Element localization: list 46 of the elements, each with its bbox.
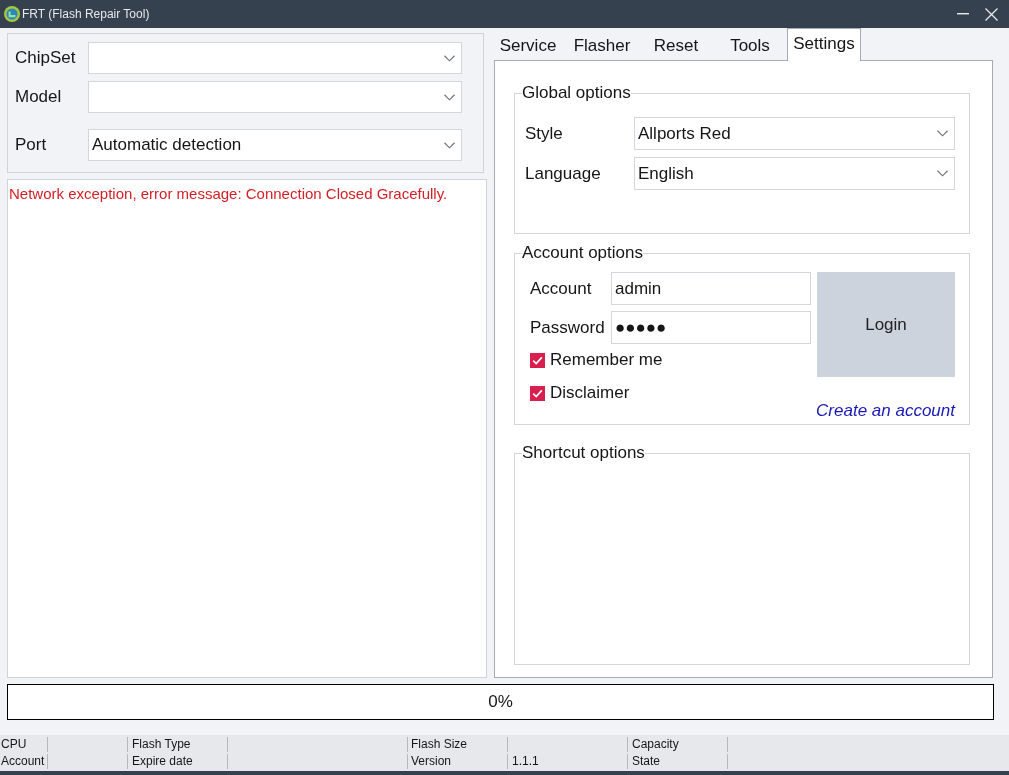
log-message: Network exception, error message: Connection Closed Gracefully. — [9, 184, 449, 204]
field-label: Account — [530, 277, 593, 300]
tab[interactable]: Service — [491, 30, 565, 61]
minimize-icon — [957, 13, 969, 15]
status-label: Flash Size — [408, 737, 508, 752]
dropdown[interactable]: English — [634, 157, 955, 190]
input-field[interactable]: ●●●●● — [611, 311, 811, 344]
tab[interactable]: Flasher — [565, 30, 639, 61]
chevron-down-icon — [937, 170, 948, 177]
status-label: Capacity — [628, 737, 728, 752]
field-label: ChipSet — [15, 47, 77, 70]
field-label: Style — [525, 122, 564, 145]
status-label: State — [628, 754, 728, 769]
dropdown[interactable]: Automatic detection — [88, 129, 462, 161]
chevron-down-icon — [444, 93, 455, 101]
group-title: Account options — [522, 243, 643, 263]
checkbox-label: Remember me — [550, 349, 663, 372]
tab[interactable]: Reset — [639, 30, 713, 61]
tab[interactable]: Settings — [787, 28, 861, 61]
app-icon — [4, 6, 20, 22]
input-field[interactable]: admin — [611, 272, 811, 305]
group-title: Global options — [522, 83, 631, 103]
checkbox[interactable] — [530, 352, 545, 368]
field-label: Language — [525, 162, 602, 185]
chevron-down-icon — [937, 130, 948, 137]
group-title: Shortcut options — [522, 443, 645, 463]
status-label: Account — [0, 754, 48, 769]
create-account-link[interactable]: Create an account — [816, 401, 955, 421]
status-label: Version — [408, 754, 508, 769]
status-label: Expire date — [128, 754, 228, 769]
login-button[interactable]: Login — [817, 272, 955, 377]
tab[interactable]: Tools — [713, 30, 787, 61]
status-label: CPU — [0, 737, 48, 752]
progress-label: 0% — [488, 691, 513, 714]
close-icon — [984, 7, 998, 21]
window-title: FRT (Flash Repair Tool) — [22, 6, 150, 23]
checkbox-label: Disclaimer — [550, 382, 630, 405]
field-label: Password — [530, 316, 606, 339]
chevron-down-icon — [444, 141, 455, 149]
field-label: Model — [15, 86, 63, 109]
dropdown[interactable]: Allports Red — [634, 117, 955, 150]
field-label: Port — [15, 134, 48, 157]
checkbox[interactable] — [530, 385, 545, 401]
status-value: 1.1.1 — [508, 754, 628, 769]
status-label: Flash Type — [128, 737, 228, 752]
chevron-down-icon — [444, 54, 455, 62]
